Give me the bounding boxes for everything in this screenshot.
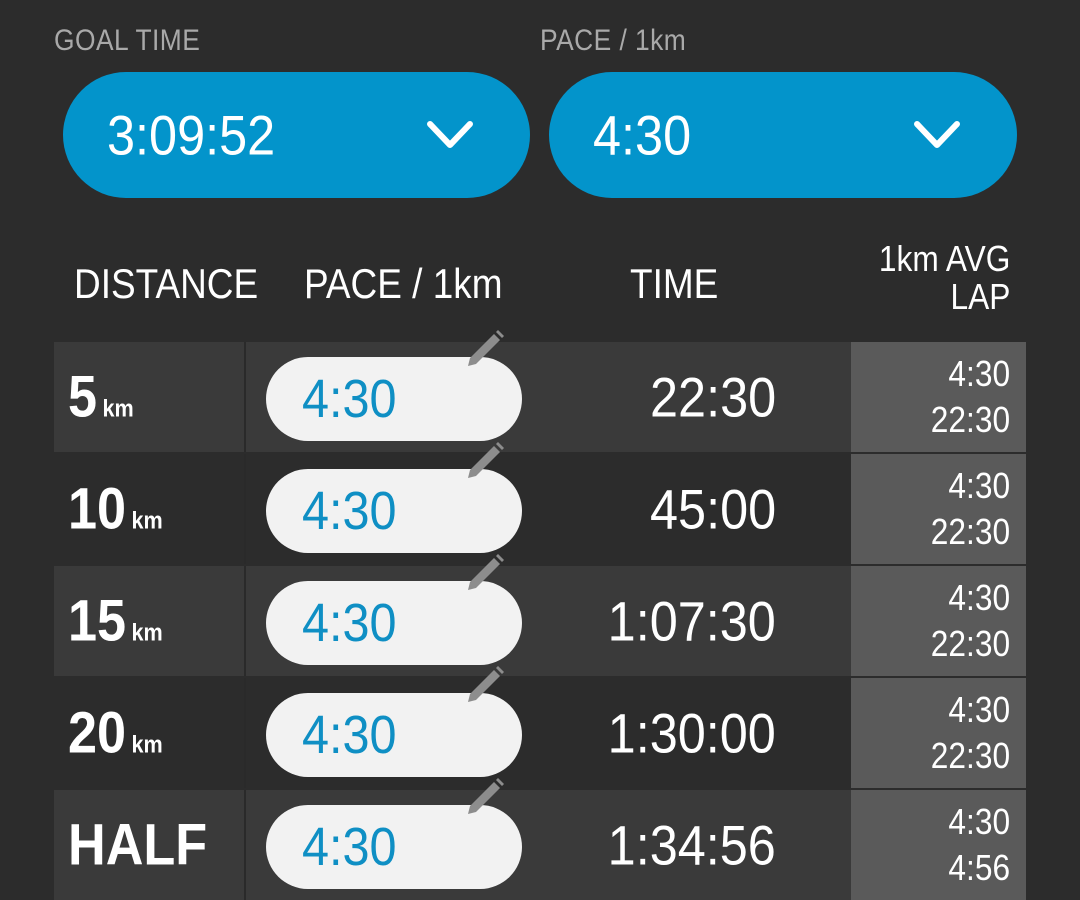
lap-value: 4:56 — [948, 847, 1010, 888]
lap-values: 4:30 22:30 — [931, 351, 1010, 443]
pencil-icon[interactable] — [462, 776, 506, 820]
pencil-icon[interactable] — [462, 664, 506, 708]
column-header-time: TIME — [630, 260, 719, 307]
lap-values: 4:30 22:30 — [931, 687, 1010, 779]
distance-cell: HALF — [68, 812, 213, 879]
distance-value: 10 — [68, 476, 127, 542]
pencil-icon[interactable] — [462, 552, 506, 596]
pace-cell-value: 4:30 — [302, 593, 397, 653]
split-row: 20 km 4:30 1:30:00 4:30 22:30 — [54, 666, 1026, 788]
split-row: 10 km 4:30 45:00 4:30 22:30 — [54, 442, 1026, 564]
distance-value: HALF — [68, 812, 208, 878]
goal-time-value: 3:09:52 — [107, 103, 276, 167]
distance-cell: 20 km — [68, 700, 163, 767]
chevron-down-icon — [427, 121, 473, 148]
column-header-distance: DISTANCE — [74, 260, 259, 307]
distance-unit: km — [131, 507, 163, 535]
pace-value: 4:30 — [593, 103, 692, 167]
avg-value: 4:30 — [948, 689, 1010, 730]
goal-time-label: GOAL TIME — [54, 24, 201, 57]
pencil-icon[interactable] — [462, 328, 506, 372]
lap-values: 4:30 22:30 — [931, 463, 1010, 555]
distance-unit: km — [131, 619, 163, 647]
lap-value: 22:30 — [930, 511, 1010, 552]
lap-value: 22:30 — [930, 623, 1010, 664]
distance-value: 5 — [68, 364, 98, 430]
column-header-lap: 1km AVG LAP — [879, 240, 1010, 316]
lap-values: 4:30 4:56 — [948, 799, 1010, 891]
split-row: 15 km 4:30 1:07:30 4:30 22:30 — [54, 554, 1026, 676]
column-header-lap-line1: 1km AVG — [878, 238, 1010, 279]
pace-cell-value: 4:30 — [302, 481, 397, 541]
avg-value: 4:30 — [948, 801, 1010, 842]
time-cell: 1:30:00 — [607, 701, 776, 765]
chevron-down-icon — [914, 121, 960, 148]
distance-value: 20 — [68, 700, 127, 766]
column-header-lap-line2: LAP — [950, 276, 1010, 317]
lap-value: 22:30 — [930, 735, 1010, 776]
avg-value: 4:30 — [948, 353, 1010, 394]
time-cell: 1:07:30 — [607, 589, 776, 653]
pencil-icon[interactable] — [462, 440, 506, 484]
time-cell: 22:30 — [649, 365, 776, 429]
pace-cell-value: 4:30 — [302, 817, 397, 877]
lap-values: 4:30 22:30 — [931, 575, 1010, 667]
distance-unit: km — [102, 395, 134, 423]
split-row: HALF 4:30 1:34:56 4:30 4:56 — [54, 778, 1026, 900]
split-row: 5 km 4:30 22:30 4:30 22:30 — [54, 330, 1026, 452]
goal-time-select[interactable]: 3:09:52 — [63, 72, 530, 198]
avg-value: 4:30 — [948, 577, 1010, 618]
lap-value: 22:30 — [930, 399, 1010, 440]
time-cell: 1:34:56 — [607, 813, 776, 877]
distance-cell: 15 km — [68, 588, 163, 655]
distance-cell: 5 km — [68, 364, 134, 431]
pace-cell-value: 4:30 — [302, 705, 397, 765]
avg-value: 4:30 — [948, 465, 1010, 506]
time-cell: 45:00 — [649, 477, 776, 541]
pace-label: PACE / 1km — [540, 24, 687, 57]
distance-cell: 10 km — [68, 476, 163, 543]
column-header-pace: PACE / 1km — [304, 260, 503, 307]
distance-unit: km — [131, 731, 163, 759]
distance-value: 15 — [68, 588, 127, 654]
pace-cell-value: 4:30 — [302, 369, 397, 429]
pace-select[interactable]: 4:30 — [549, 72, 1017, 198]
